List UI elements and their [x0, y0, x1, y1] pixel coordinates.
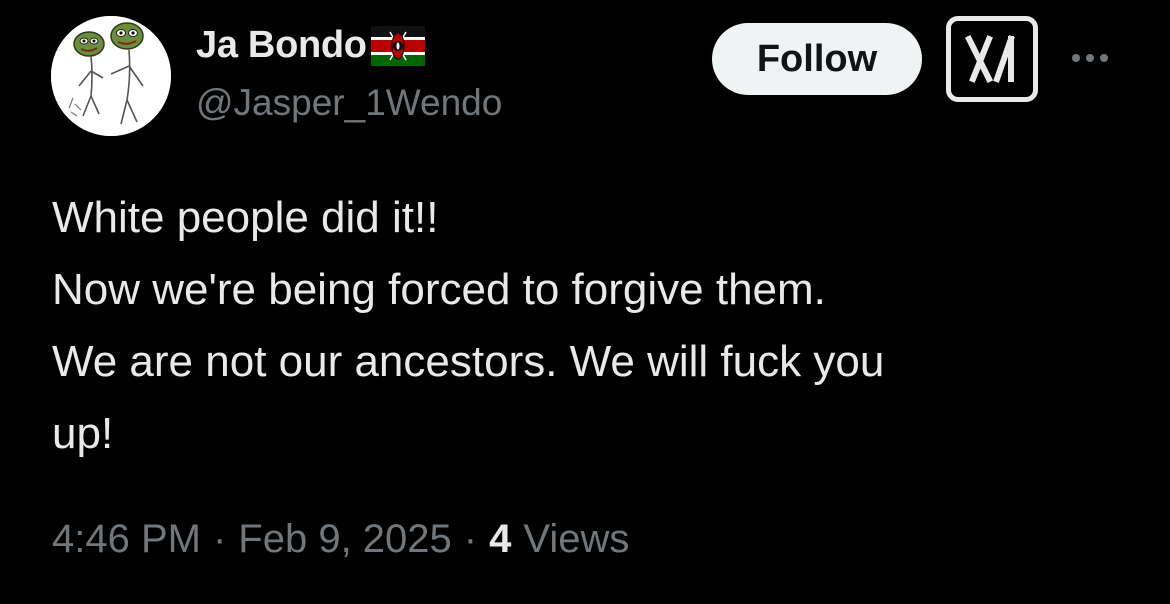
views-label: Views: [523, 517, 630, 561]
tweet-text: White people did it!! Now we're being fo…: [52, 182, 1132, 470]
author-name-row: Ja Bondo: [196, 22, 425, 68]
more-options-icon[interactable]: [1066, 42, 1114, 74]
tweet-meta: 4:46 PM · Feb 9, 2025 · 4 Views: [52, 517, 629, 562]
meta-separator: ·: [212, 517, 227, 561]
meta-separator: ·: [463, 517, 478, 561]
tweet-time[interactable]: 4:46 PM: [52, 517, 201, 562]
author-handle[interactable]: @Jasper_1Wendo: [196, 82, 502, 124]
tweet-text-line: Now we're being forced to forgive them.: [52, 265, 826, 314]
tweet-text-line: We are not our ancestors. We will fuck y…: [52, 337, 885, 386]
tweet-card: Ja Bondo @Jasper_1Wendo Follow White peo…: [0, 0, 1170, 604]
more-dot: [1100, 54, 1108, 62]
tweet-text-line: White people did it!!: [52, 193, 439, 242]
grok-button[interactable]: [946, 16, 1038, 102]
grok-icon: [964, 34, 1015, 84]
kenya-flag-icon: [370, 26, 425, 66]
more-dot: [1086, 54, 1094, 62]
author-avatar[interactable]: [51, 16, 171, 136]
more-dot: [1072, 54, 1080, 62]
tweet-date[interactable]: Feb 9, 2025: [238, 517, 452, 562]
tweet-text-line: up!: [52, 409, 114, 458]
author-display-name[interactable]: Ja Bondo: [196, 24, 367, 67]
pepe-frogs-sketch-avatar-icon: [51, 16, 171, 136]
follow-button[interactable]: Follow: [712, 23, 922, 95]
views-count: 4: [489, 517, 512, 561]
